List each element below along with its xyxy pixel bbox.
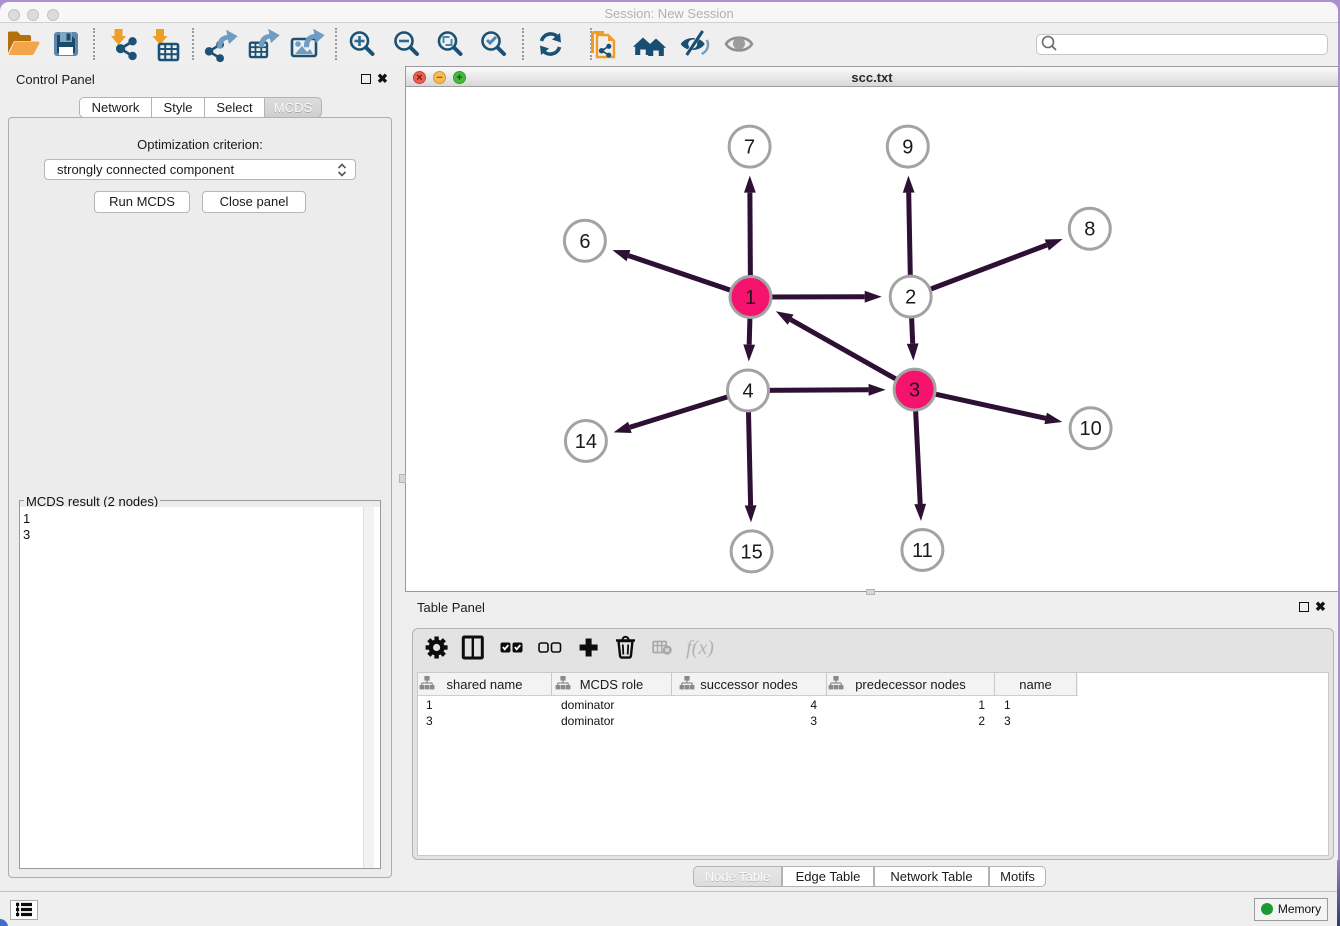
svg-text:14: 14 bbox=[575, 431, 597, 453]
svg-text:1: 1 bbox=[745, 287, 756, 309]
svg-text:15: 15 bbox=[740, 541, 762, 563]
svg-text:6: 6 bbox=[579, 231, 590, 253]
svg-text:11: 11 bbox=[912, 540, 933, 562]
svg-text:10: 10 bbox=[1079, 418, 1101, 440]
svg-text:2: 2 bbox=[905, 287, 916, 309]
svg-text:8: 8 bbox=[1084, 219, 1095, 241]
svg-text:7: 7 bbox=[744, 137, 755, 159]
svg-text:9: 9 bbox=[902, 137, 913, 159]
svg-text:3: 3 bbox=[909, 380, 920, 402]
svg-text:4: 4 bbox=[742, 381, 753, 403]
